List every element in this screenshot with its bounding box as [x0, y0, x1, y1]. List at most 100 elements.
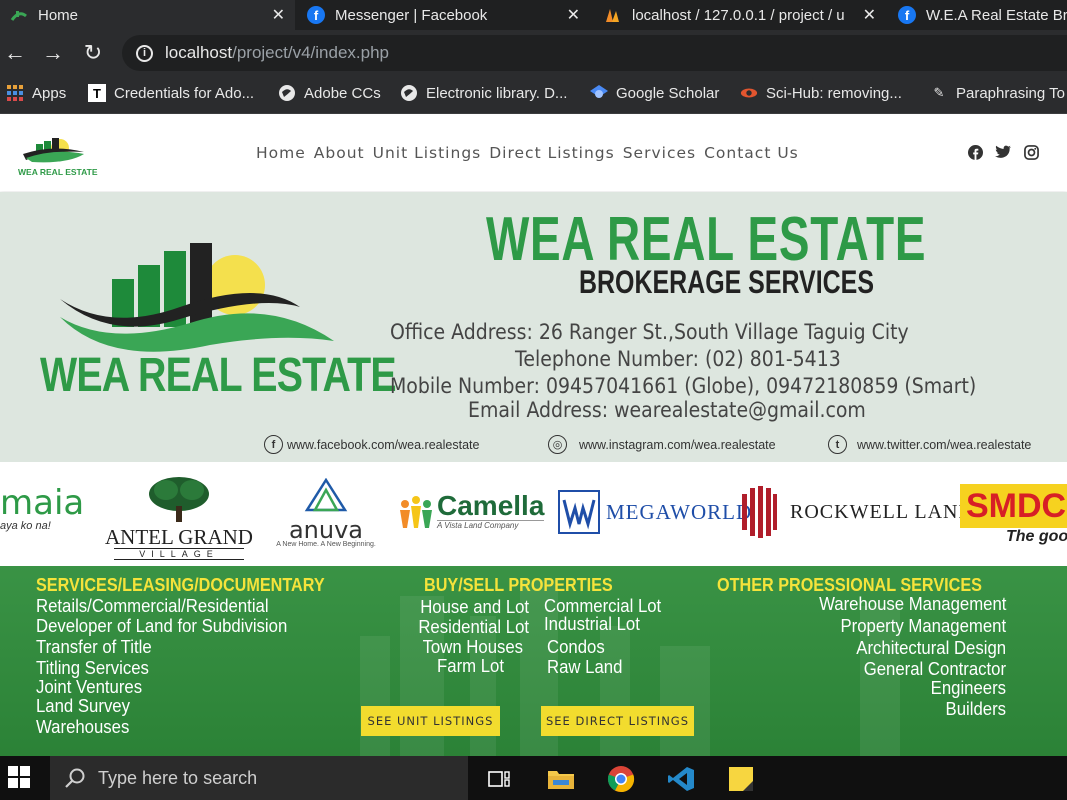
partner-antel-logo: ANTEL GRAND VILLAGE [104, 476, 254, 560]
skyline-building [660, 646, 710, 756]
professional-service-item: Engineers [930, 678, 1006, 698]
pen-icon: ✎ [933, 85, 945, 100]
facebook-url: www.facebook.com/wea.realestate [287, 437, 480, 452]
nav-services[interactable]: Services [623, 144, 696, 162]
bookmarks-bar: Apps T Credentials for Ado... Adobe CCs … [0, 76, 1067, 114]
professional-service-item: Warehouse Management [818, 594, 1006, 614]
tab-home[interactable]: Home ✕ [0, 0, 295, 30]
forward-icon[interactable]: → [38, 38, 68, 68]
maia-wordmark: maia [0, 483, 85, 523]
rockwell-wordmark: ROCKWELL LAND [790, 500, 974, 523]
tab-localhost[interactable]: localhost / 127.0.0.1 / project / u ✕ [594, 0, 886, 30]
antel-wordmark: ANTEL GRAND [105, 525, 253, 549]
tab-wea-facebook[interactable]: f W.E.A Real Estate Bro [888, 0, 1067, 30]
globe-icon [278, 84, 296, 102]
nav-unit-listings[interactable]: Unit Listings [373, 144, 482, 162]
info-icon[interactable]: i [136, 44, 153, 62]
skyline-building [360, 636, 390, 756]
chrome-icon[interactable] [606, 764, 636, 794]
close-icon[interactable]: ✕ [863, 5, 876, 25]
windows-start-icon[interactable] [8, 766, 32, 790]
service-item: Transfer of Title [36, 637, 152, 657]
professional-service-item: Builders [945, 699, 1006, 719]
property-type-item: Town Houses [422, 637, 523, 657]
hero-logo-graphic [50, 237, 350, 352]
partner-logos-strip: maia aya ko na! ANTEL GRAND VILLAGE anuv… [0, 462, 1067, 566]
hero-facebook-link[interactable]: f www.facebook.com/wea.realestate [264, 435, 479, 454]
bookmark-label: Electronic library. D... [426, 84, 568, 102]
facebook-icon: f [307, 6, 325, 24]
buy-sell-heading: BUY/SELL PROPERTIES [424, 575, 613, 595]
tab-title: localhost / 127.0.0.1 / project / u [632, 6, 845, 24]
see-unit-listings-button[interactable]: SEE UNIT LISTINGS [361, 706, 500, 736]
camella-wordmark: Camella [437, 490, 545, 521]
bookmark-apps[interactable]: Apps [6, 84, 66, 102]
hero-instagram-link[interactable]: ◎ www.instagram.com/wea.realestate [548, 435, 776, 454]
reload-icon[interactable]: ↻ [78, 38, 108, 68]
taskbar-search-box[interactable]: Type here to search [50, 756, 468, 800]
service-item: Titling Services [36, 658, 149, 678]
service-item: Land Survey [36, 696, 131, 716]
services-section: SERVICES/LEASING/DOCUMENTARY Retails/Com… [0, 566, 1067, 756]
search-icon [65, 768, 85, 788]
instagram-url: www.instagram.com/wea.realestate [579, 437, 776, 452]
service-item: Joint Ventures [36, 677, 143, 697]
file-explorer-icon[interactable] [546, 764, 576, 794]
camella-people-icon [400, 496, 432, 528]
bookmark-paraphrasing[interactable]: ✎ Paraphrasing To [930, 84, 1065, 102]
bookmark-credentials[interactable]: T Credentials for Ado... [88, 84, 254, 102]
bookmark-adobe[interactable]: Adobe CCs [278, 84, 381, 102]
url-host: localhost [165, 43, 233, 62]
property-type-item: Farm Lot [437, 656, 504, 676]
bookmark-label: Apps [32, 84, 67, 102]
close-icon[interactable]: ✕ [272, 5, 285, 25]
services-leasing-heading: SERVICES/LEASING/DOCUMENTARY [36, 575, 325, 595]
bookmark-google-scholar[interactable]: Google Scholar [590, 84, 719, 102]
hero-banner: WEA REAL ESTATE WEA REAL ESTATE BROKERAG… [0, 192, 1067, 462]
telephone-number: Telephone Number: (02) 801-5413 [515, 347, 841, 371]
bookmark-scihub[interactable]: Sci-Hub: removing... [740, 84, 902, 102]
partner-megaworld-logo: MEGAWORLD [558, 490, 752, 534]
see-direct-listings-button[interactable]: SEE DIRECT LISTINGS [541, 706, 694, 736]
vscode-icon[interactable] [666, 764, 696, 794]
close-icon[interactable]: ✕ [567, 5, 580, 25]
scholar-icon [590, 84, 608, 102]
smdc-tagline: The goo [1006, 528, 1067, 545]
apps-grid-icon [6, 84, 24, 102]
hero-twitter-link[interactable]: t www.twitter.com/wea.realestate [828, 435, 1031, 454]
url-path: /project/v4/index.php [232, 43, 389, 62]
task-view-icon[interactable] [484, 764, 514, 794]
property-type-item: House and Lot [420, 597, 529, 617]
twitter-url: www.twitter.com/wea.realestate [857, 437, 1032, 452]
nav-about[interactable]: About [314, 144, 365, 162]
service-item: Retails/Commercial/Residential [36, 596, 269, 616]
main-nav: Home About Unit Listings Direct Listings… [256, 144, 807, 162]
home-leaf-icon [10, 6, 28, 24]
facebook-icon[interactable] [967, 144, 983, 160]
professional-service-item: General Contractor [863, 659, 1006, 679]
bookmark-label: Sci-Hub: removing... [766, 84, 902, 102]
twitter-icon[interactable] [995, 144, 1011, 160]
globe-icon [400, 84, 418, 102]
logo-text: WEA REAL ESTATE [18, 167, 98, 177]
instagram-icon[interactable] [1023, 144, 1039, 160]
bookmark-electronic-library[interactable]: Electronic library. D... [400, 84, 567, 102]
tab-messenger[interactable]: f Messenger | Facebook ✕ [297, 0, 590, 30]
facebook-icon: f [264, 435, 283, 454]
facebook-icon: f [898, 6, 916, 24]
professional-service-item: Architectural Design [856, 638, 1006, 658]
sticky-notes-icon[interactable] [726, 764, 756, 794]
partner-rockwell-logo: ROCKWELL LAND [740, 486, 974, 538]
nav-home[interactable]: Home [256, 144, 306, 162]
back-icon[interactable]: ← [0, 38, 30, 68]
nav-direct-listings[interactable]: Direct Listings [489, 144, 614, 162]
nav-contact-us[interactable]: Contact Us [704, 144, 799, 162]
eye-icon [740, 84, 758, 102]
office-address: Office Address: 26 Ranger St.,South Vill… [390, 320, 909, 344]
site-logo[interactable]: WEA REAL ESTATE [18, 136, 98, 177]
tab-title: W.E.A Real Estate Bro [926, 6, 1067, 24]
camella-tagline: A Vista Land Company [437, 520, 545, 530]
partner-maia-logo: maia aya ko na! [0, 486, 84, 532]
tree-icon [149, 477, 209, 522]
address-bar[interactable]: i localhost /project/v4/index.php [122, 35, 1067, 71]
